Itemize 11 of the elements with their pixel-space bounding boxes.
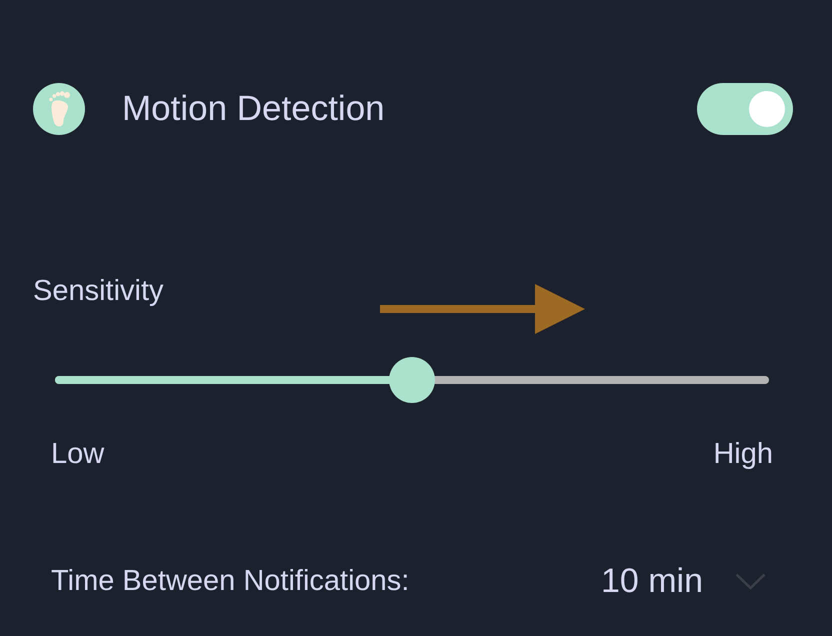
sensitivity-label: Sensitivity <box>33 274 164 309</box>
interval-label: Time Between Notifications: <box>51 564 410 599</box>
max-label: High <box>713 437 773 472</box>
interval-dropdown[interactable]: 10 min <box>600 561 766 602</box>
motion-toggle[interactable] <box>697 83 793 135</box>
chevron-down-icon <box>735 573 766 590</box>
footprint-icon <box>33 83 85 135</box>
slider-track[interactable] <box>55 357 769 403</box>
slider-thumb[interactable] <box>389 357 435 403</box>
min-label: Low <box>51 437 104 472</box>
section-title: Motion Detection <box>122 88 385 130</box>
